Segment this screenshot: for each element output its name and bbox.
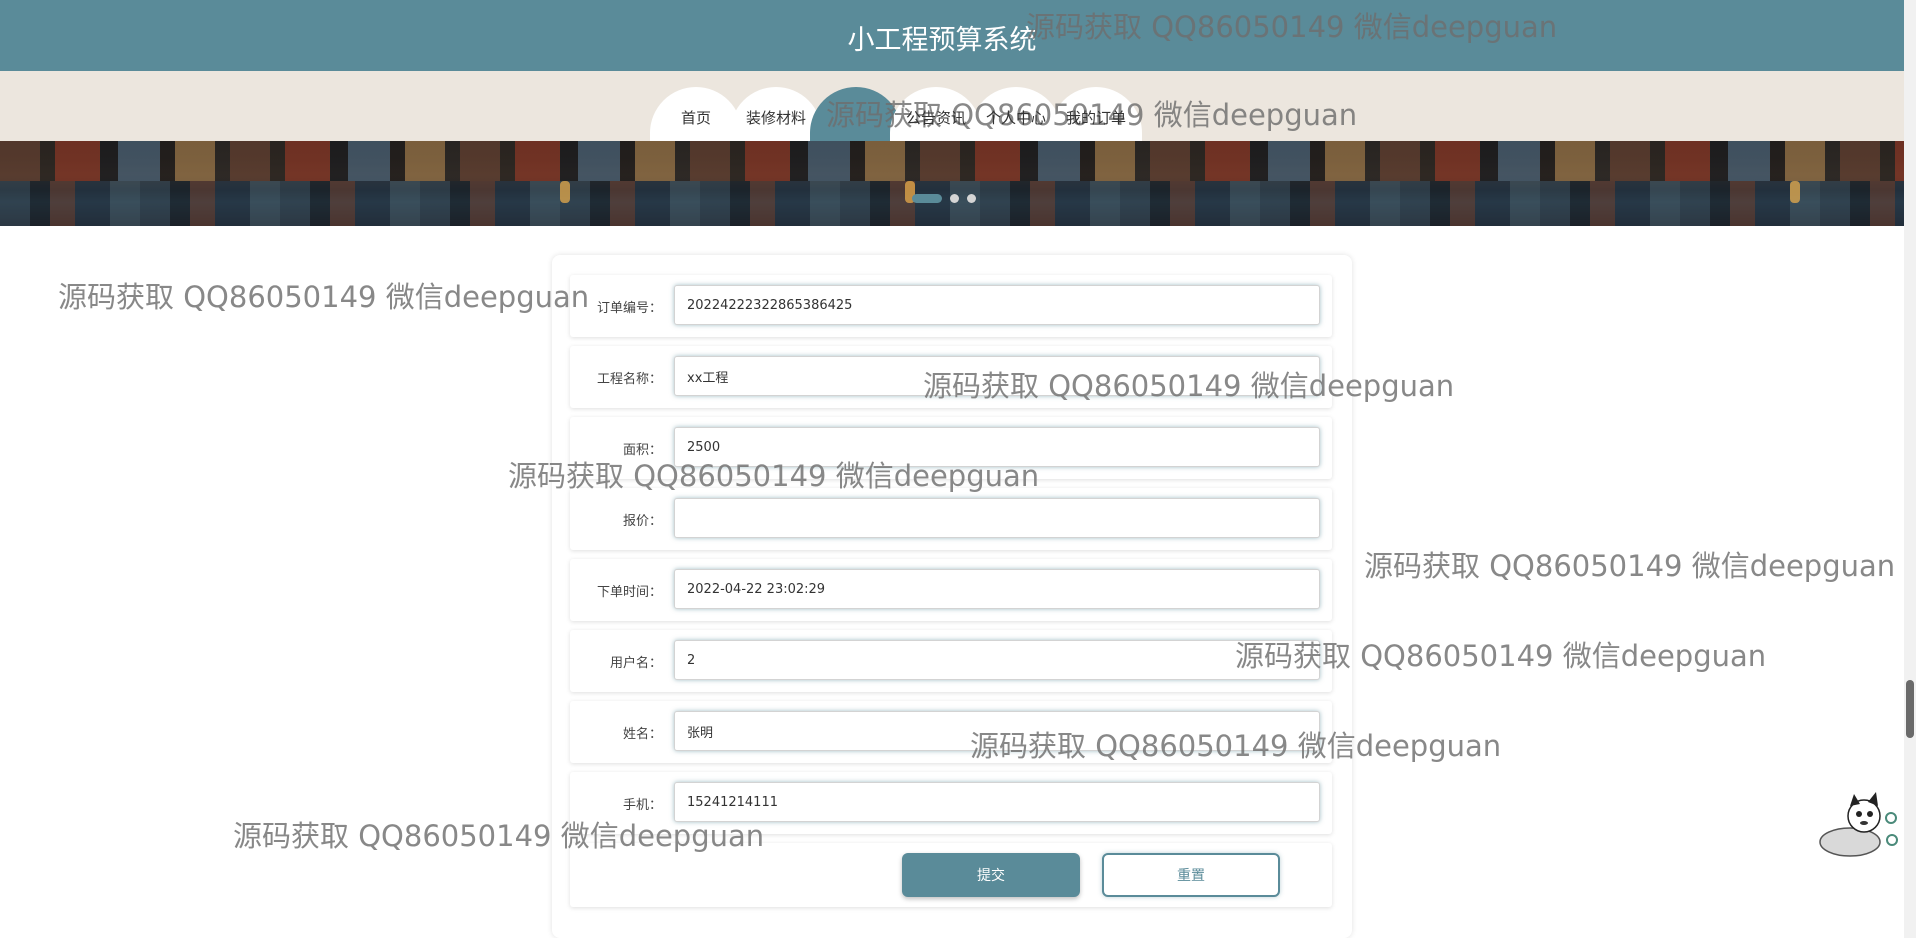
mascot-cat-icon[interactable] [1812,792,1898,860]
name-input[interactable] [674,711,1320,751]
nav-item-profile[interactable]: 个人中心 [970,87,1062,149]
order-time-input[interactable] [674,569,1320,609]
banner-light [1790,181,1800,203]
form-row-order-no: 订单编号： [570,275,1332,337]
nav-item-materials[interactable]: 装修材料 [730,87,822,149]
nav-item-label: 装修材料 [745,109,806,127]
order-no-label: 订单编号： [596,301,662,316]
carousel-dot[interactable] [967,194,976,203]
top-bar: 小工程预算系统 [0,0,1904,71]
submit-button[interactable]: 提交 [902,853,1080,897]
nav-bar: 首页 装修材料 公告资讯 个人中心 我的订单 [0,71,1904,149]
nav-item-news[interactable]: 公告资讯 [890,87,982,149]
carousel-dots [912,194,976,203]
banner-image-water [0,181,1904,226]
username-input[interactable] [674,640,1320,680]
form-row-phone: 手机： [570,772,1332,834]
nav-item-label: 公告资讯 [905,109,966,127]
scroll-thumb[interactable] [1906,680,1914,738]
form-row-username: 用户名： [570,630,1332,692]
form-row-project-name: 工程名称： [570,346,1332,408]
area-input[interactable] [674,427,1320,467]
nav-item-label: 首页 [680,109,711,127]
nav-item-home[interactable]: 首页 [650,87,742,149]
project-name-label: 工程名称： [596,372,662,387]
banner-image-houses [0,141,1904,181]
project-name-input[interactable] [674,356,1320,396]
banner-carousel[interactable] [0,141,1904,226]
site-title: 小工程预算系统 [847,25,1037,56]
watermark-text: 源码获取 QQ86050149 微信deepguan [1364,549,1896,583]
form-row-price: 报价： [570,488,1332,550]
order-no-input[interactable] [674,285,1320,325]
price-label: 报价： [622,514,662,529]
carousel-dot[interactable] [950,194,959,203]
form-row-order-time: 下单时间： [570,559,1332,621]
nav-list: 首页 装修材料 公告资讯 个人中心 我的订单 [650,87,1142,149]
banner-light [560,181,570,203]
nav-item-active[interactable] [810,87,902,149]
nav-item-label: 我的订单 [1065,109,1126,127]
phone-input[interactable] [674,782,1320,822]
area-label: 面积： [622,443,662,458]
phone-label: 手机： [622,798,662,813]
watermark-text: 源码获取 QQ86050149 微信deepguan [58,280,590,314]
name-label: 姓名： [622,727,662,742]
username-label: 用户名： [609,656,662,671]
page-scrollbar[interactable] [1904,0,1916,938]
form-row-name: 姓名： [570,701,1332,763]
reset-button[interactable]: 重置 [1102,853,1280,897]
nav-item-orders[interactable]: 我的订单 [1050,87,1142,149]
carousel-dot-active[interactable] [912,194,942,203]
form-row-area: 面积： [570,417,1332,479]
nav-item-label: 个人中心 [985,109,1046,127]
price-input[interactable] [674,498,1320,538]
order-time-label: 下单时间： [596,585,662,600]
form-actions: 提交 重置 [570,843,1332,907]
